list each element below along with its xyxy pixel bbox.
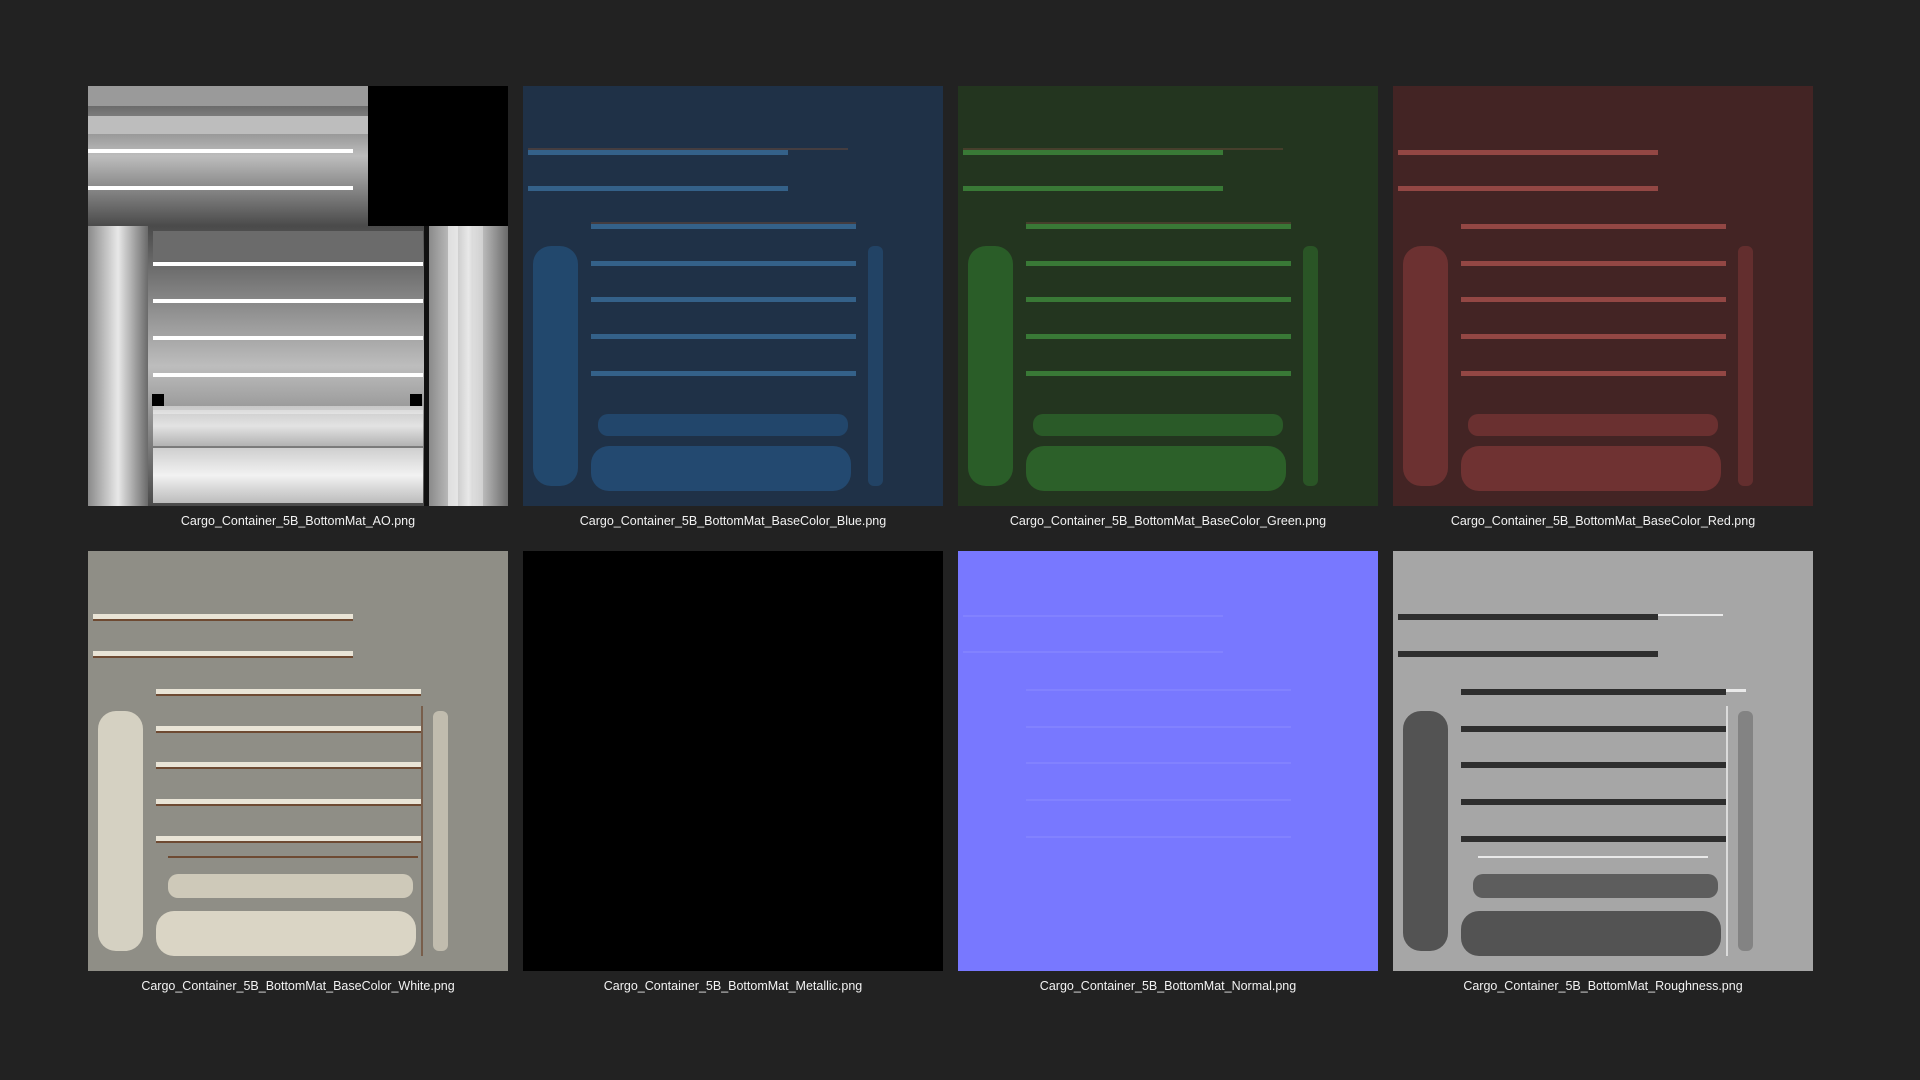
texture-tile-basecolor-green[interactable]: Cargo_Container_5B_BottomMat_BaseColor_G… (958, 86, 1378, 529)
normal-texture-thumbnail[interactable] (958, 551, 1378, 971)
texture-filename: Cargo_Container_5B_BottomMat_BaseColor_G… (1009, 514, 1327, 528)
basecolor-green-texture-thumbnail[interactable] (958, 86, 1378, 506)
texture-tile-ao[interactable]: Cargo_Container_5B_BottomMat_AO.png (88, 86, 508, 529)
texture-filename: Cargo_Container_5B_BottomMat_AO.png (180, 514, 416, 528)
texture-tile-metallic[interactable]: Cargo_Container_5B_BottomMat_Metallic.pn… (523, 551, 943, 994)
texture-filename: Cargo_Container_5B_BottomMat_BaseColor_B… (579, 514, 887, 528)
texture-filename: Cargo_Container_5B_BottomMat_Metallic.pn… (603, 979, 863, 993)
texture-tile-basecolor-blue[interactable]: Cargo_Container_5B_BottomMat_BaseColor_B… (523, 86, 943, 529)
texture-tile-roughness[interactable]: Cargo_Container_5B_BottomMat_Roughness.p… (1393, 551, 1813, 994)
texture-filename: Cargo_Container_5B_BottomMat_BaseColor_W… (141, 979, 455, 993)
texture-tile-basecolor-white[interactable]: Cargo_Container_5B_BottomMat_BaseColor_W… (88, 551, 508, 994)
basecolor-blue-texture-thumbnail[interactable] (523, 86, 943, 506)
metallic-texture-thumbnail[interactable] (523, 551, 943, 971)
texture-tile-basecolor-red[interactable]: Cargo_Container_5B_BottomMat_BaseColor_R… (1393, 86, 1813, 529)
texture-tile-normal[interactable]: Cargo_Container_5B_BottomMat_Normal.png (958, 551, 1378, 994)
texture-filename: Cargo_Container_5B_BottomMat_BaseColor_R… (1450, 514, 1756, 528)
texture-gallery: Cargo_Container_5B_BottomMat_AO.png Carg… (88, 86, 1814, 994)
roughness-texture-thumbnail[interactable] (1393, 551, 1813, 971)
basecolor-white-texture-thumbnail[interactable] (88, 551, 508, 971)
texture-filename: Cargo_Container_5B_BottomMat_Roughness.p… (1463, 979, 1743, 993)
basecolor-red-texture-thumbnail[interactable] (1393, 86, 1813, 506)
ao-texture-thumbnail[interactable] (88, 86, 508, 506)
texture-filename: Cargo_Container_5B_BottomMat_Normal.png (1039, 979, 1297, 993)
